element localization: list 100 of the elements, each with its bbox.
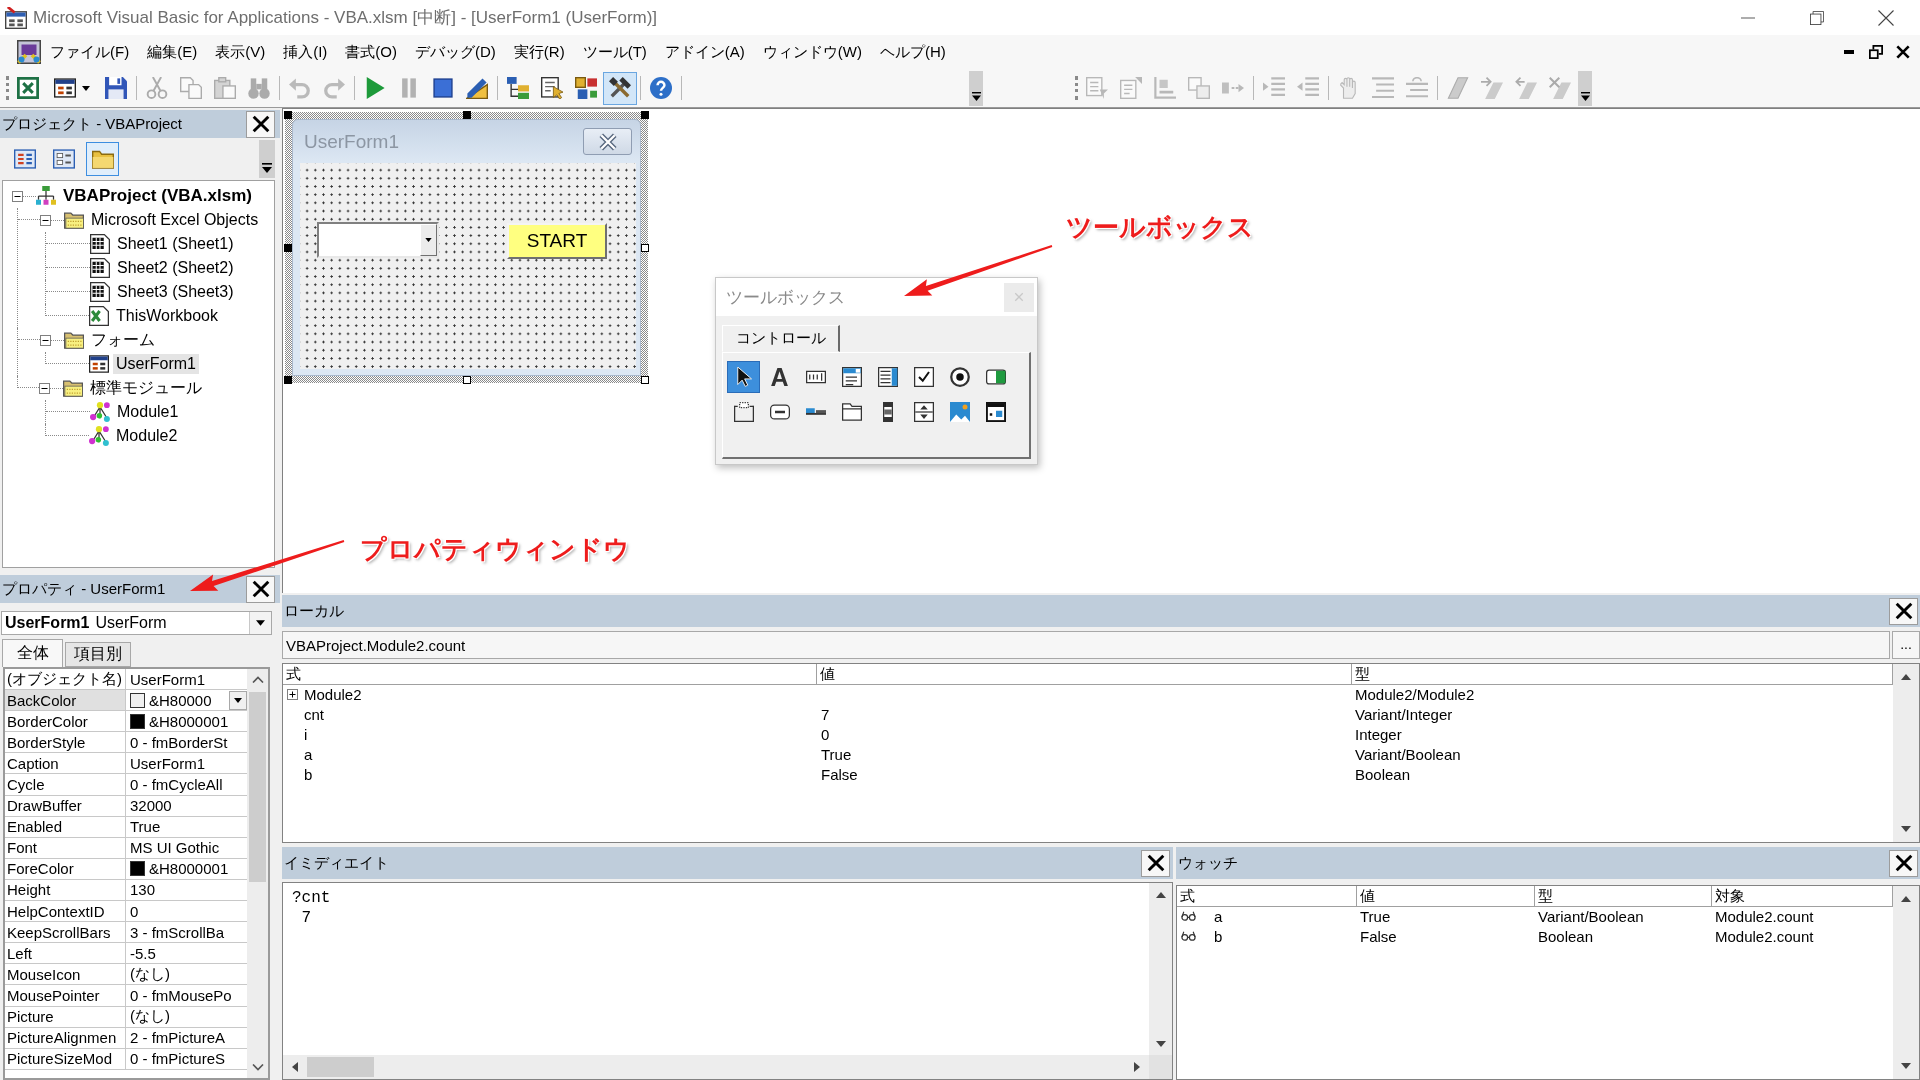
resize-handle[interactable] xyxy=(641,243,649,252)
resize-handle[interactable] xyxy=(462,111,471,119)
form-canvas[interactable]: START xyxy=(300,163,636,369)
property-value[interactable]: 0 - fmMousePo xyxy=(130,986,232,1004)
property-name[interactable]: DrawBuffer xyxy=(5,795,126,817)
vertical-scrollbar[interactable] xyxy=(247,669,268,1078)
column-header[interactable]: 型 xyxy=(1352,664,1893,685)
tree-item[interactable]: 標準モジュール xyxy=(87,376,205,400)
tree-item[interactable]: Sheet2 (Sheet2) xyxy=(114,258,237,278)
menu-item[interactable]: 表示(V) xyxy=(206,39,275,65)
property-name[interactable]: PictureSizeMod xyxy=(5,1048,126,1070)
vertical-scrollbar[interactable] xyxy=(1149,883,1172,1055)
column-header[interactable]: 対象 xyxy=(1712,886,1893,907)
property-name[interactable]: Caption xyxy=(5,753,126,775)
property-value[interactable]: (なし) xyxy=(130,1007,170,1027)
property-value[interactable]: 0 xyxy=(130,902,139,920)
tree-item[interactable]: Sheet3 (Sheet3) xyxy=(114,282,237,302)
collapse-icon[interactable] xyxy=(39,382,50,394)
object-combo[interactable]: UserForm1 UserForm xyxy=(1,611,272,635)
property-value[interactable]: (なし) xyxy=(130,964,170,984)
menu-item[interactable]: 書式(O) xyxy=(336,39,406,65)
property-value[interactable]: &H8000001 xyxy=(149,860,229,878)
property-name[interactable]: Picture xyxy=(5,1006,126,1028)
column-header[interactable]: 型 xyxy=(1535,886,1712,907)
toggle-folders-button[interactable] xyxy=(86,142,119,176)
property-name[interactable]: MouseIcon xyxy=(5,964,126,986)
property-value[interactable]: MS UI Gothic xyxy=(130,839,220,857)
toolbar-options-button[interactable] xyxy=(1578,70,1592,106)
resize-handle[interactable] xyxy=(462,376,471,384)
collapse-icon[interactable] xyxy=(40,214,51,226)
property-value[interactable]: UserForm1 xyxy=(130,670,205,688)
tree-item[interactable]: ThisWorkbook xyxy=(113,306,221,326)
dropdown-button[interactable] xyxy=(249,612,271,634)
resize-handle[interactable] xyxy=(641,111,649,119)
expand-icon[interactable] xyxy=(287,688,298,700)
toolbar-grip[interactable] xyxy=(6,76,9,100)
property-value[interactable]: 0 - fmBorderSt xyxy=(130,733,228,751)
menu-item[interactable]: デバッグ(D) xyxy=(406,39,505,65)
toolbox-button[interactable] xyxy=(603,71,637,105)
close-button[interactable] xyxy=(1889,597,1918,625)
tree-item[interactable]: Microsoft Excel Objects xyxy=(88,210,262,230)
menu-item[interactable]: ツール(T) xyxy=(573,39,656,65)
tab[interactable]: 項目別 xyxy=(65,642,131,667)
vertical-scrollbar[interactable] xyxy=(1893,664,1919,842)
property-name[interactable]: ForeColor xyxy=(5,858,126,880)
menu-item[interactable]: ヘルプ(H) xyxy=(870,39,955,65)
resize-handle[interactable] xyxy=(284,376,292,384)
column-header[interactable]: 値 xyxy=(1357,886,1535,907)
tool-button[interactable] xyxy=(727,361,760,393)
tree-item[interactable]: VBAProject (VBA.xlsm) xyxy=(60,185,255,207)
tree-item[interactable]: Module2 xyxy=(113,426,181,446)
tab[interactable]: 全体 xyxy=(2,639,63,667)
property-name[interactable]: Left xyxy=(5,943,126,965)
property-value[interactable]: UserForm1 xyxy=(130,754,205,772)
toolbar-grip[interactable] xyxy=(1075,76,1078,100)
property-name[interactable]: MousePointer xyxy=(5,985,126,1007)
property-name[interactable]: (オブジェクト名) xyxy=(5,669,126,691)
property-value[interactable]: 3 - fmScrollBa xyxy=(130,923,225,941)
browse-button[interactable]: ... xyxy=(1892,631,1920,659)
tree-item[interactable]: フォーム xyxy=(88,328,158,352)
close-button[interactable] xyxy=(1141,849,1170,877)
property-value[interactable]: &H8000001 xyxy=(149,712,229,730)
property-name[interactable]: BorderStyle xyxy=(5,732,126,754)
property-name[interactable]: Font xyxy=(5,837,126,859)
horizontal-scrollbar[interactable] xyxy=(283,1055,1149,1079)
column-header[interactable]: 値 xyxy=(817,664,1352,685)
immediate-pane[interactable]: ?cnt 7 xyxy=(282,882,1173,1080)
scrollbar-thumb[interactable] xyxy=(249,692,266,882)
property-name[interactable]: KeepScrollBars xyxy=(5,922,126,944)
tree-item[interactable]: UserForm1 xyxy=(113,354,199,374)
toolbar-options-button[interactable] xyxy=(259,140,275,178)
menu-item[interactable]: 編集(E) xyxy=(138,39,207,65)
menu-item[interactable]: ファイル(F) xyxy=(41,39,139,65)
tool-button[interactable]: A xyxy=(763,361,796,393)
property-value[interactable]: 0 - fmPictureS xyxy=(130,1050,226,1068)
resize-handle[interactable] xyxy=(284,243,292,252)
command-button[interactable]: START xyxy=(507,223,607,259)
scrollbar-thumb[interactable] xyxy=(307,1057,374,1077)
menu-item[interactable]: ウィンドウ(W) xyxy=(753,39,871,65)
property-value[interactable]: -5.5 xyxy=(130,944,156,962)
close-button[interactable] xyxy=(1889,849,1918,877)
menu-item[interactable]: 実行(R) xyxy=(504,39,574,65)
collapse-icon[interactable] xyxy=(12,190,23,202)
menu-item[interactable]: 挿入(I) xyxy=(274,39,337,65)
combo-box[interactable] xyxy=(317,222,439,258)
vertical-scrollbar[interactable] xyxy=(1893,886,1919,1079)
dropdown-button[interactable] xyxy=(229,690,247,710)
menu-item[interactable]: アドイン(A) xyxy=(655,39,754,65)
resize-handle[interactable] xyxy=(641,376,649,384)
tree-item[interactable]: Module1 xyxy=(114,402,182,422)
close-button[interactable] xyxy=(246,110,275,138)
column-header[interactable]: 式 xyxy=(283,664,817,685)
property-value[interactable]: True xyxy=(130,818,161,836)
tree-item[interactable]: Sheet1 (Sheet1) xyxy=(114,234,237,254)
property-name[interactable]: Cycle xyxy=(5,774,126,796)
close-button[interactable] xyxy=(246,575,275,603)
property-value[interactable]: &H80000 xyxy=(149,691,212,709)
toolbar-options-button[interactable] xyxy=(969,70,983,106)
collapse-icon[interactable] xyxy=(40,334,51,346)
resize-handle[interactable] xyxy=(284,111,292,119)
